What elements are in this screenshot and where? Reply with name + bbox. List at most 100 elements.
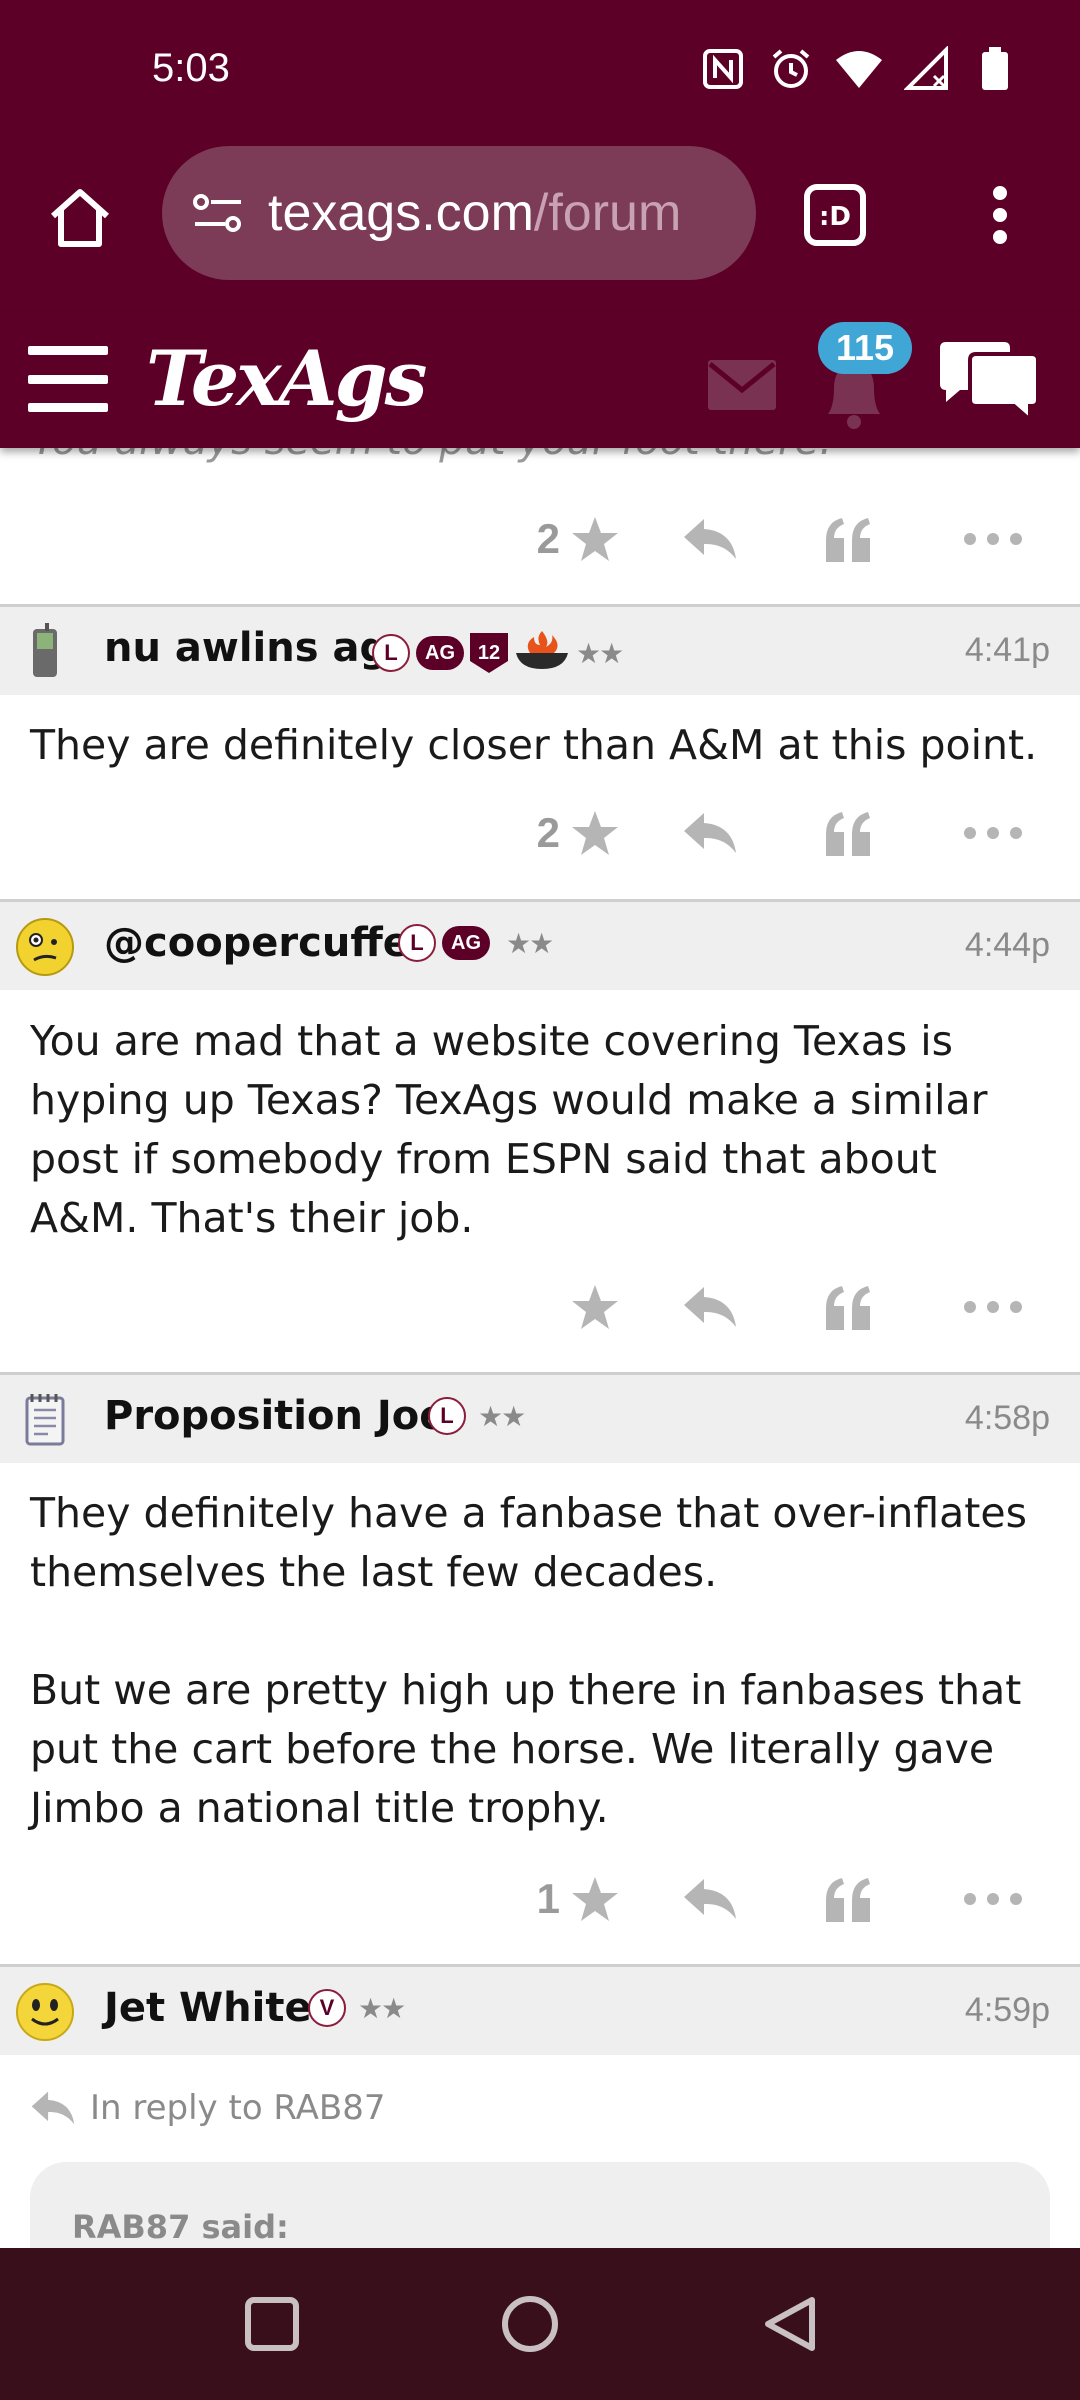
notepad-avatar-icon	[25, 1394, 65, 1446]
more-options-button[interactable]	[960, 1272, 1026, 1342]
username[interactable]: nu awlins ag	[104, 625, 388, 671]
post-header: nu awlins ag L AG 12 ★★ 4:41p	[0, 607, 1080, 695]
nfc-icon	[698, 44, 748, 94]
square-icon	[245, 2297, 299, 2351]
post-actions: 1	[0, 1864, 1080, 1934]
hamburger-menu-icon[interactable]	[28, 346, 108, 412]
previous-post-text: You always seem to put your foot there.	[32, 448, 832, 464]
status-icons	[698, 44, 1020, 94]
post-time[interactable]: 4:58p	[965, 1399, 1050, 1438]
avatar[interactable]	[14, 621, 76, 683]
post-actions: 2	[0, 504, 1080, 574]
recent-apps-button[interactable]	[234, 2286, 310, 2362]
reply-icon	[684, 519, 736, 559]
post-actions	[0, 1272, 1080, 1342]
more-options-button[interactable]	[960, 504, 1026, 574]
mail-icon[interactable]	[706, 358, 778, 412]
avatar[interactable]	[14, 916, 76, 978]
more-options-button[interactable]	[960, 798, 1026, 868]
avatar[interactable]	[14, 1981, 76, 2043]
star-button[interactable]: 1	[500, 1864, 620, 1934]
home-button[interactable]	[44, 182, 116, 254]
badge-l: L	[428, 1397, 466, 1435]
star-icon	[572, 1285, 618, 1329]
alarm-icon	[766, 44, 816, 94]
smiley-avatar-icon	[16, 918, 74, 976]
back-nav-button[interactable]	[752, 2286, 828, 2362]
reply-button[interactable]	[680, 1272, 740, 1342]
reply-icon	[31, 2091, 75, 2125]
post-time[interactable]: 4:44p	[965, 926, 1050, 965]
tab-switcher-button[interactable]: :D	[800, 180, 870, 250]
in-reply-to-link[interactable]: In reply to RAB87	[30, 2088, 386, 2128]
badge-l: L	[398, 924, 436, 962]
username[interactable]: Proposition Joe	[104, 1393, 446, 1439]
star-button[interactable]: 2	[500, 504, 620, 574]
star-icon	[572, 517, 618, 561]
quote-box: RAB87 said:	[30, 2162, 1050, 2248]
reply-icon	[684, 1879, 736, 1919]
url-bar[interactable]: texags.com/forum	[162, 146, 756, 280]
thread-content[interactable]: You always seem to put your foot there. …	[0, 448, 1080, 2248]
svg-text::D: :D	[819, 202, 851, 232]
circle-icon	[502, 2296, 558, 2352]
badge-v: V	[308, 1989, 346, 2027]
star-count: 2	[536, 515, 560, 562]
battery-icon	[970, 44, 1020, 94]
url-path: /forum	[533, 184, 682, 242]
smiley-avatar-icon	[16, 1983, 74, 2041]
post-time[interactable]: 4:59p	[965, 1991, 1050, 2030]
phone-avatar-icon	[33, 623, 57, 677]
post-header: @coopercuffe L AG ★★ 4:44p	[0, 902, 1080, 990]
wifi-icon	[834, 44, 884, 94]
quote-icon	[826, 1878, 870, 1922]
quote-button[interactable]	[818, 798, 878, 868]
fire-bowl-icon	[514, 629, 570, 677]
browser-toolbar: texags.com/forum :D	[0, 140, 1080, 330]
reply-button[interactable]	[680, 504, 740, 574]
more-vert-icon	[993, 186, 1007, 244]
status-clock: 5:03	[152, 46, 230, 90]
avatar[interactable]	[14, 1389, 76, 1451]
home-nav-button[interactable]	[492, 2286, 568, 2362]
username[interactable]: @coopercuffe	[104, 920, 410, 966]
star-button[interactable]	[500, 1272, 620, 1342]
star-button[interactable]: 2	[500, 798, 620, 868]
reply-icon	[684, 813, 736, 853]
user-badges: V ★★	[308, 1989, 406, 2027]
star-count: 1	[536, 1875, 560, 1922]
reply-button[interactable]	[680, 1864, 740, 1934]
notification-count-badge[interactable]: 115	[818, 322, 912, 374]
more-options-button[interactable]	[960, 1864, 1026, 1934]
system-nav-bar	[0, 2248, 1080, 2400]
browser-menu-button[interactable]	[970, 180, 1030, 250]
status-bar: 5:03	[0, 0, 1080, 140]
more-horiz-icon	[964, 827, 1022, 839]
user-stars: ★★	[358, 1991, 406, 2025]
site-logo[interactable]: TexAgs	[146, 334, 427, 423]
badge-ag: AG	[442, 926, 490, 960]
post-body: They definitely have a fanbase that over…	[30, 1489, 1027, 1832]
user-badges: L AG 12 ★★	[372, 629, 624, 677]
url-host: texags.com	[268, 184, 534, 242]
username[interactable]: Jet White	[104, 1985, 312, 2031]
quote-button[interactable]	[818, 1272, 878, 1342]
site-settings-icon[interactable]	[190, 185, 246, 241]
quote-button[interactable]	[818, 504, 878, 574]
tab-switcher-icon: :D	[804, 184, 866, 246]
back-triangle-icon	[765, 2297, 815, 2351]
badge-12: 12	[470, 633, 508, 673]
user-stars: ★★	[506, 926, 554, 960]
post-time[interactable]: 4:41p	[965, 631, 1050, 670]
reply-icon	[684, 1287, 736, 1327]
reply-button[interactable]	[680, 798, 740, 868]
more-horiz-icon	[964, 533, 1022, 545]
post-header: Proposition Joe L ★★ 4:58p	[0, 1375, 1080, 1463]
star-icon	[572, 811, 618, 855]
chat-icon[interactable]	[934, 338, 1044, 428]
quote-button[interactable]	[818, 1864, 878, 1934]
star-icon	[572, 1877, 618, 1921]
post-body: You are mad that a website covering Texa…	[30, 1017, 1001, 1242]
user-badges: L AG ★★	[398, 924, 554, 962]
more-horiz-icon	[964, 1301, 1022, 1313]
